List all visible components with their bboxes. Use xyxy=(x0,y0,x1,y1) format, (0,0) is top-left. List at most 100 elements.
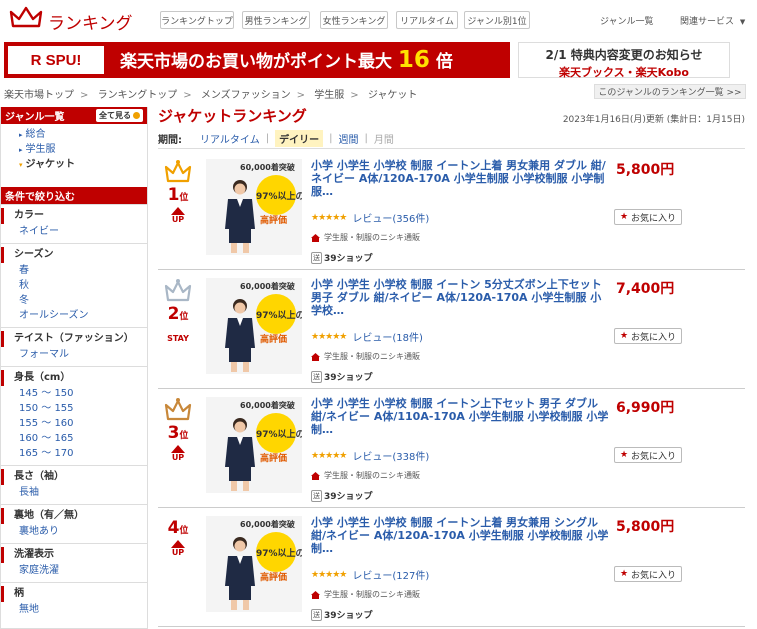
tab-monthly[interactable]: 月間 xyxy=(374,131,394,146)
nav-female-ranking[interactable]: 女性ランキング xyxy=(320,11,388,29)
filter-section-title: 柄 xyxy=(1,586,147,602)
product-title-link[interactable]: 小学 小学生 小学校 制服 イートン上着 男女兼用 シングル 紺/ネイビー A体… xyxy=(311,516,611,557)
tab-weekly[interactable]: 週間 xyxy=(338,131,358,146)
filter-option[interactable]: 秋 xyxy=(1,278,147,293)
breadcrumb-item[interactable]: 学生服 xyxy=(314,90,344,101)
filter-option[interactable]: 無地 xyxy=(1,602,147,617)
student-figure-icon xyxy=(225,299,255,372)
favorite-button[interactable]: ★ お気に入り xyxy=(614,209,682,225)
rank-column: 3位 UP xyxy=(158,397,198,462)
product-info: 小学 小学生 小学校 制服 イートン 5分丈ズボン上下セット 男子 ダブル 紺/… xyxy=(311,278,611,383)
filter-option[interactable]: 150 〜 155 xyxy=(1,401,147,416)
favorite-button[interactable]: ★ お気に入り xyxy=(614,447,682,463)
genre-item[interactable]: ▸ 学生服 xyxy=(1,142,147,157)
crown-logo-icon[interactable] xyxy=(9,6,43,30)
product-image[interactable]: 60,000着突破 97%以上の 高評価 xyxy=(206,397,302,493)
filter-option[interactable]: 155 〜 160 xyxy=(1,416,147,431)
filter-title: 条件で絞り込む xyxy=(5,192,75,203)
breadcrumb-item[interactable]: 楽天市場トップ xyxy=(4,90,74,101)
product-image[interactable]: 60,000着突破 97%以上の 高評価 xyxy=(206,278,302,374)
breadcrumb-item[interactable]: ランキングトップ xyxy=(98,90,178,101)
breadcrumb-separator: > xyxy=(183,90,192,101)
spu-suffix: 倍 xyxy=(435,52,453,72)
shop-name-link[interactable]: 学生服・制服のニシキ通販 xyxy=(324,232,420,243)
shipping-label: 39ショップ xyxy=(324,373,373,383)
thumb-eval-text: 高評価 xyxy=(260,335,288,345)
breadcrumb: 楽天市場トップ > ランキングトップ > メンズファッション > 学生服 > ジャケット xyxy=(4,86,417,101)
ranking-row: 2位 STAY 60,000着突破 97%以上の 高評価 小学 小学生 小学校 … xyxy=(158,270,745,389)
star-icon: ★ xyxy=(619,450,629,460)
ranking-row: 1位 UP 60,000着突破 97%以上の 高評価 小学 小学生 小学校 制服… xyxy=(158,151,745,270)
shop-name-row: 学生服・制服のニシキ通販 xyxy=(311,589,611,600)
rank-column: 1位 UP xyxy=(158,159,198,224)
shop-name-link[interactable]: 学生服・制服のニシキ通販 xyxy=(324,470,420,481)
rating-stars-icon: ★★★★★ xyxy=(311,331,347,342)
filter-option[interactable]: 冬 xyxy=(1,293,147,308)
filter-option[interactable]: 家庭洗濯 xyxy=(1,563,147,578)
filter-option[interactable]: 春 xyxy=(1,263,147,278)
updated-date: 2023年1月16日(月)更新 (集計日：1月15日) xyxy=(562,115,745,125)
favorite-button[interactable]: ★ お気に入り xyxy=(614,328,682,344)
review-link[interactable]: レビュー(18件) xyxy=(352,329,423,344)
filter-option[interactable]: 160 〜 165 xyxy=(1,431,147,446)
nav-male-ranking[interactable]: 男性ランキング xyxy=(242,11,310,29)
filter-option[interactable]: フォーマル xyxy=(1,347,147,362)
genre-ranking-list-button[interactable]: このジャンルのランキング一覧 >> xyxy=(594,84,746,99)
shop-badge-row: 送 39ショップ xyxy=(311,251,611,264)
product-image[interactable]: 60,000着突破 97%以上の 高評価 xyxy=(206,516,302,612)
filter-section-taste: テイスト（ファッション） フォーマル xyxy=(1,327,147,366)
tab-daily[interactable]: デイリー xyxy=(275,130,324,147)
trend-label: STAY xyxy=(167,334,189,343)
filter-option[interactable]: 裏地あり xyxy=(1,524,147,539)
review-link[interactable]: レビュー(338件) xyxy=(352,448,429,463)
product-title-link[interactable]: 小学 小学生 小学校 制服 イートン上下セット 男子 ダブル 紺/ネイビー A体… xyxy=(311,397,611,438)
filter-option[interactable]: オールシーズン xyxy=(1,308,147,323)
trend-label: UP xyxy=(171,548,185,557)
shop-name-row: 学生服・制服のニシキ通販 xyxy=(311,470,611,481)
nav-realtime[interactable]: リアルタイム xyxy=(396,11,458,29)
nav-genre-top[interactable]: ジャンル別1位 xyxy=(464,11,530,29)
filter-section-color: カラー ネイビー xyxy=(1,204,147,243)
related-services-menu[interactable]: 関連サービス ▼ xyxy=(680,14,745,27)
product-image[interactable]: 60,000着突破 97%以上の 高評価 xyxy=(206,159,302,255)
review-link[interactable]: レビュー(356件) xyxy=(352,210,429,225)
breadcrumb-separator: > xyxy=(350,90,359,101)
rating-stars-icon: ★★★★★ xyxy=(311,450,347,461)
filter-section-pattern: 柄 無地 xyxy=(1,582,147,621)
filter-option[interactable]: 長袖 xyxy=(1,485,147,500)
shipping-label: 39ショップ xyxy=(324,254,373,264)
favorite-button[interactable]: ★ お気に入り xyxy=(614,566,682,582)
nav-ranking-top[interactable]: ランキングトップ xyxy=(160,11,234,29)
see-all-button[interactable]: 全て見る xyxy=(96,109,143,122)
shop-name-link[interactable]: 学生服・制服のニシキ通販 xyxy=(324,351,420,362)
breadcrumb-separator: > xyxy=(296,90,306,101)
filter-option[interactable]: 165 〜 170 xyxy=(1,446,147,461)
genre-item[interactable]: ▸ 総合 xyxy=(1,127,147,142)
breadcrumb-item[interactable]: メンズファッション xyxy=(201,90,291,101)
product-title-link[interactable]: 小学 小学生 小学校 制服 イートン 5分丈ズボン上下セット 男子 ダブル 紺/… xyxy=(311,278,611,319)
product-info: 小学 小学生 小学校 制服 イートン上着 男女兼用 シングル 紺/ネイビー A体… xyxy=(311,516,611,621)
rank-value: 1 xyxy=(167,185,180,205)
ranking-logo-text[interactable]: ランキング xyxy=(48,9,133,34)
genre-list-link[interactable]: ジャンル一覧 xyxy=(600,14,654,27)
student-figure-icon xyxy=(225,418,255,491)
filter-section-washing: 洗濯表示 家庭洗濯 xyxy=(1,543,147,582)
filter-option[interactable]: 145 〜 150 xyxy=(1,386,147,401)
filter-section-season: シーズン 春 秋 冬 オールシーズン xyxy=(1,243,147,327)
filter-option[interactable]: ネイビー xyxy=(1,224,147,239)
thumb-percent-text: 97%以上の xyxy=(256,549,302,559)
chevron-down-icon: ▼ xyxy=(739,18,746,26)
shop-name-link[interactable]: 学生服・制服のニシキ通販 xyxy=(324,589,420,600)
thumb-eval-text: 高評価 xyxy=(260,216,288,226)
star-icon: ★ xyxy=(619,569,629,579)
tab-realtime[interactable]: リアルタイム xyxy=(200,131,260,146)
notice-banner[interactable]: 2/1 特典内容変更のお知らせ 楽天ブックス・楽天Kobo xyxy=(518,42,730,79)
product-title-link[interactable]: 小学 小学生 小学校 制服 イートン上着 男女兼用 ダブル 紺/ネイビー A体/… xyxy=(311,159,611,200)
bullet-icon: ▸ xyxy=(19,146,23,154)
thumb-percent-text: 97%以上の xyxy=(256,430,302,440)
spu-banner[interactable]: R SPU! 楽天市場のお買い物がポイント最大 16 倍 xyxy=(4,42,510,78)
trend-label: UP xyxy=(171,215,185,224)
genre-item-current: ▾ ジャケット xyxy=(1,157,147,172)
rank-suffix: 位 xyxy=(179,431,189,441)
review-link[interactable]: レビュー(127件) xyxy=(352,567,429,582)
